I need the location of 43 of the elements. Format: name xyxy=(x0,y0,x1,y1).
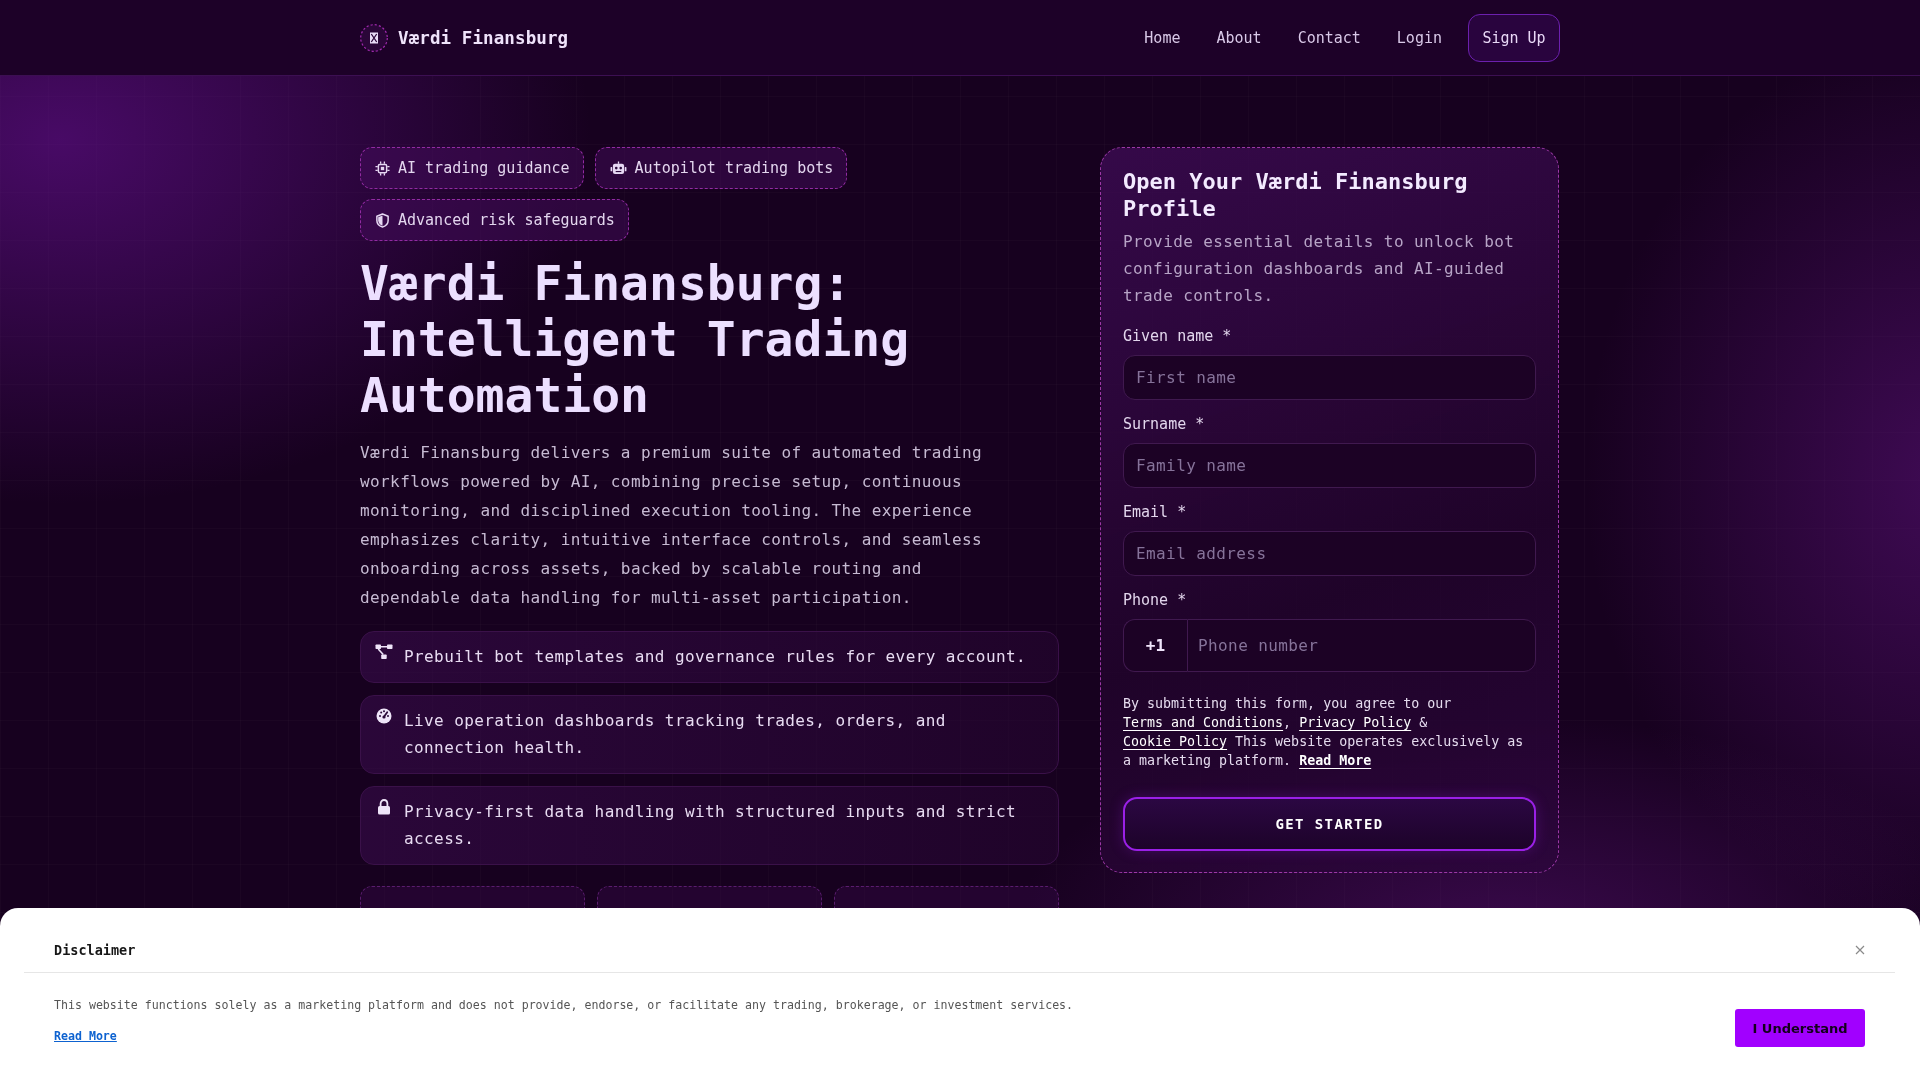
boxed-x-icon[interactable] xyxy=(360,23,388,52)
field-label: Given name * xyxy=(1123,326,1233,346)
chip-icon xyxy=(375,160,390,176)
brand-name[interactable]: Værdi Finansburg xyxy=(398,27,569,48)
gauge-icon xyxy=(375,708,393,724)
country-code-selector[interactable]: +1 xyxy=(1123,619,1187,672)
feature-tag-label: Advanced risk safeguards xyxy=(398,211,615,229)
consent-link[interactable]: Privacy Policy xyxy=(1299,715,1412,730)
nav-link[interactable]: About xyxy=(1216,20,1262,55)
feature-text: Live operation dashboards tracking trades, orders, and connection health. xyxy=(404,710,947,759)
phone-input[interactable]: Phone number xyxy=(1187,619,1536,672)
feature-tag-label: AI trading guidance xyxy=(398,159,570,177)
read-more-link[interactable]: Read More xyxy=(1299,753,1372,768)
field-label: Phone * xyxy=(1123,590,1188,610)
disclaimer-title: Disclaimer xyxy=(54,942,136,958)
nav-link[interactable]: Home xyxy=(1144,20,1181,55)
read-more-link[interactable]: Read More xyxy=(54,1027,117,1045)
field-label: Surname * xyxy=(1123,414,1206,434)
form-description: Provide essential details to unlock bot configuration dashboards and AI-guided trade controls. xyxy=(1123,231,1516,307)
feature-text: Privacy-first data handling with structured inputs and strict access. xyxy=(404,801,1017,850)
text-input[interactable]: Family name xyxy=(1123,443,1536,488)
acknowledge-button[interactable]: I Understand xyxy=(1735,1009,1865,1047)
feature-tag-label: Autopilot trading bots xyxy=(634,159,834,177)
hero-heading: Værdi Finansburg: Intelligent Trading Automation xyxy=(360,255,911,423)
close-icon[interactable] xyxy=(1855,945,1865,955)
field-label: Email * xyxy=(1123,502,1188,522)
shield-icon xyxy=(375,212,390,228)
disclaimer-text: This website functions solely as a marketing platform and does not provide, endorse, or facilitate any trading, brokerage, or investment services. xyxy=(54,997,1074,1014)
lock-icon xyxy=(375,799,393,815)
consent-link[interactable]: Terms and Conditions xyxy=(1123,715,1284,730)
nav-link[interactable]: Login xyxy=(1396,20,1442,55)
consent-text: By submitting this form, you agree to our Terms and Conditions, Privacy Policy & Cookie Policy This website operates exclusively as a marketing platform. Read More xyxy=(1123,695,1525,770)
diagram-icon xyxy=(375,644,393,660)
robot-icon xyxy=(609,161,627,175)
nav-link[interactable]: Contact xyxy=(1297,20,1361,55)
nav-button[interactable]: Sign Up xyxy=(1468,13,1560,62)
consent-link[interactable]: Cookie Policy xyxy=(1123,734,1228,749)
text-input[interactable]: Email address xyxy=(1123,531,1536,576)
form-title: Open Your Værdi Finansburg Profile xyxy=(1123,168,1469,222)
get-started-button[interactable]: GET STARTED xyxy=(1123,797,1536,851)
text-input[interactable]: First name xyxy=(1123,355,1536,400)
hero-description: Værdi Finansburg delivers a premium suite of automated trading workflows powered by AI, combining precise setup, continuous monitoring, and disciplined execution tooling. The experience emphasizes clarity, intuitive interface controls, and seamless onboarding across assets, backed by scalable routing and dependable data handling for multi-asset participation. xyxy=(360,442,984,609)
feature-text: Prebuilt bot templates and governance rules for every account. xyxy=(404,646,1027,668)
